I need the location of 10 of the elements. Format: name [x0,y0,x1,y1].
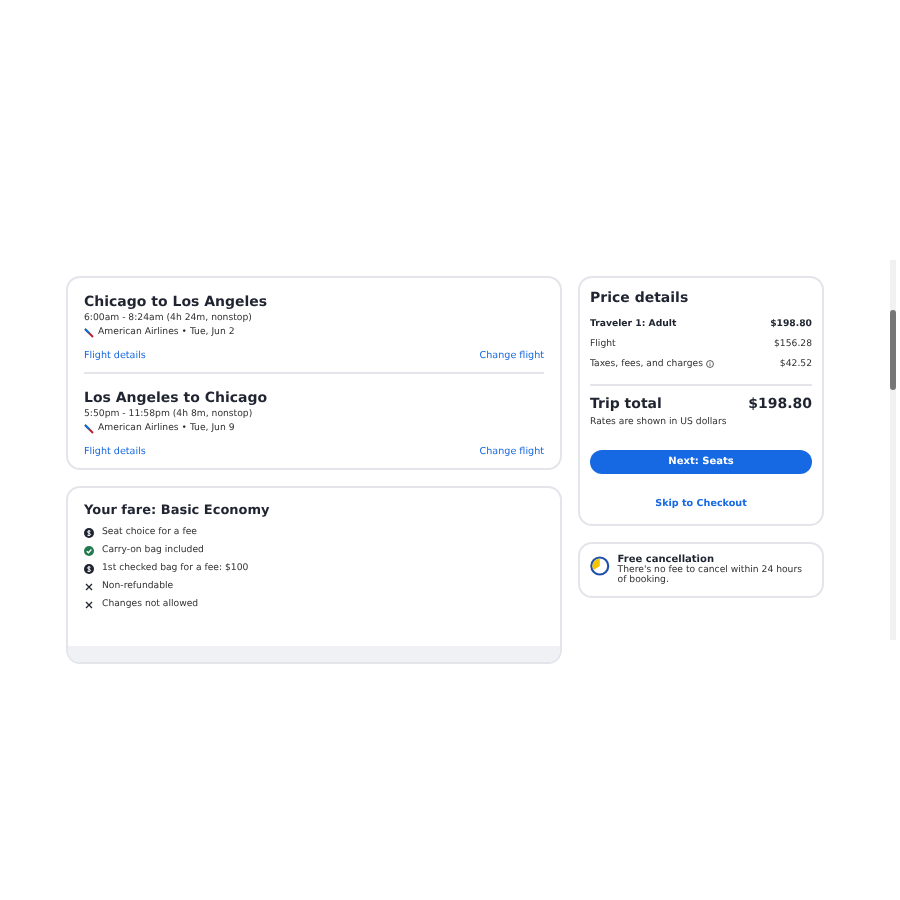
clock-icon [590,554,610,578]
airline-logo-icon [84,328,94,338]
info-icon[interactable] [706,360,715,368]
x-icon [84,600,94,610]
x-icon [84,582,94,592]
check-icon [84,546,94,556]
airline-logo-icon [84,424,94,434]
dollar-icon [84,564,94,574]
dollar-icon [84,528,94,538]
scrollbar-thumb[interactable] [890,310,896,390]
